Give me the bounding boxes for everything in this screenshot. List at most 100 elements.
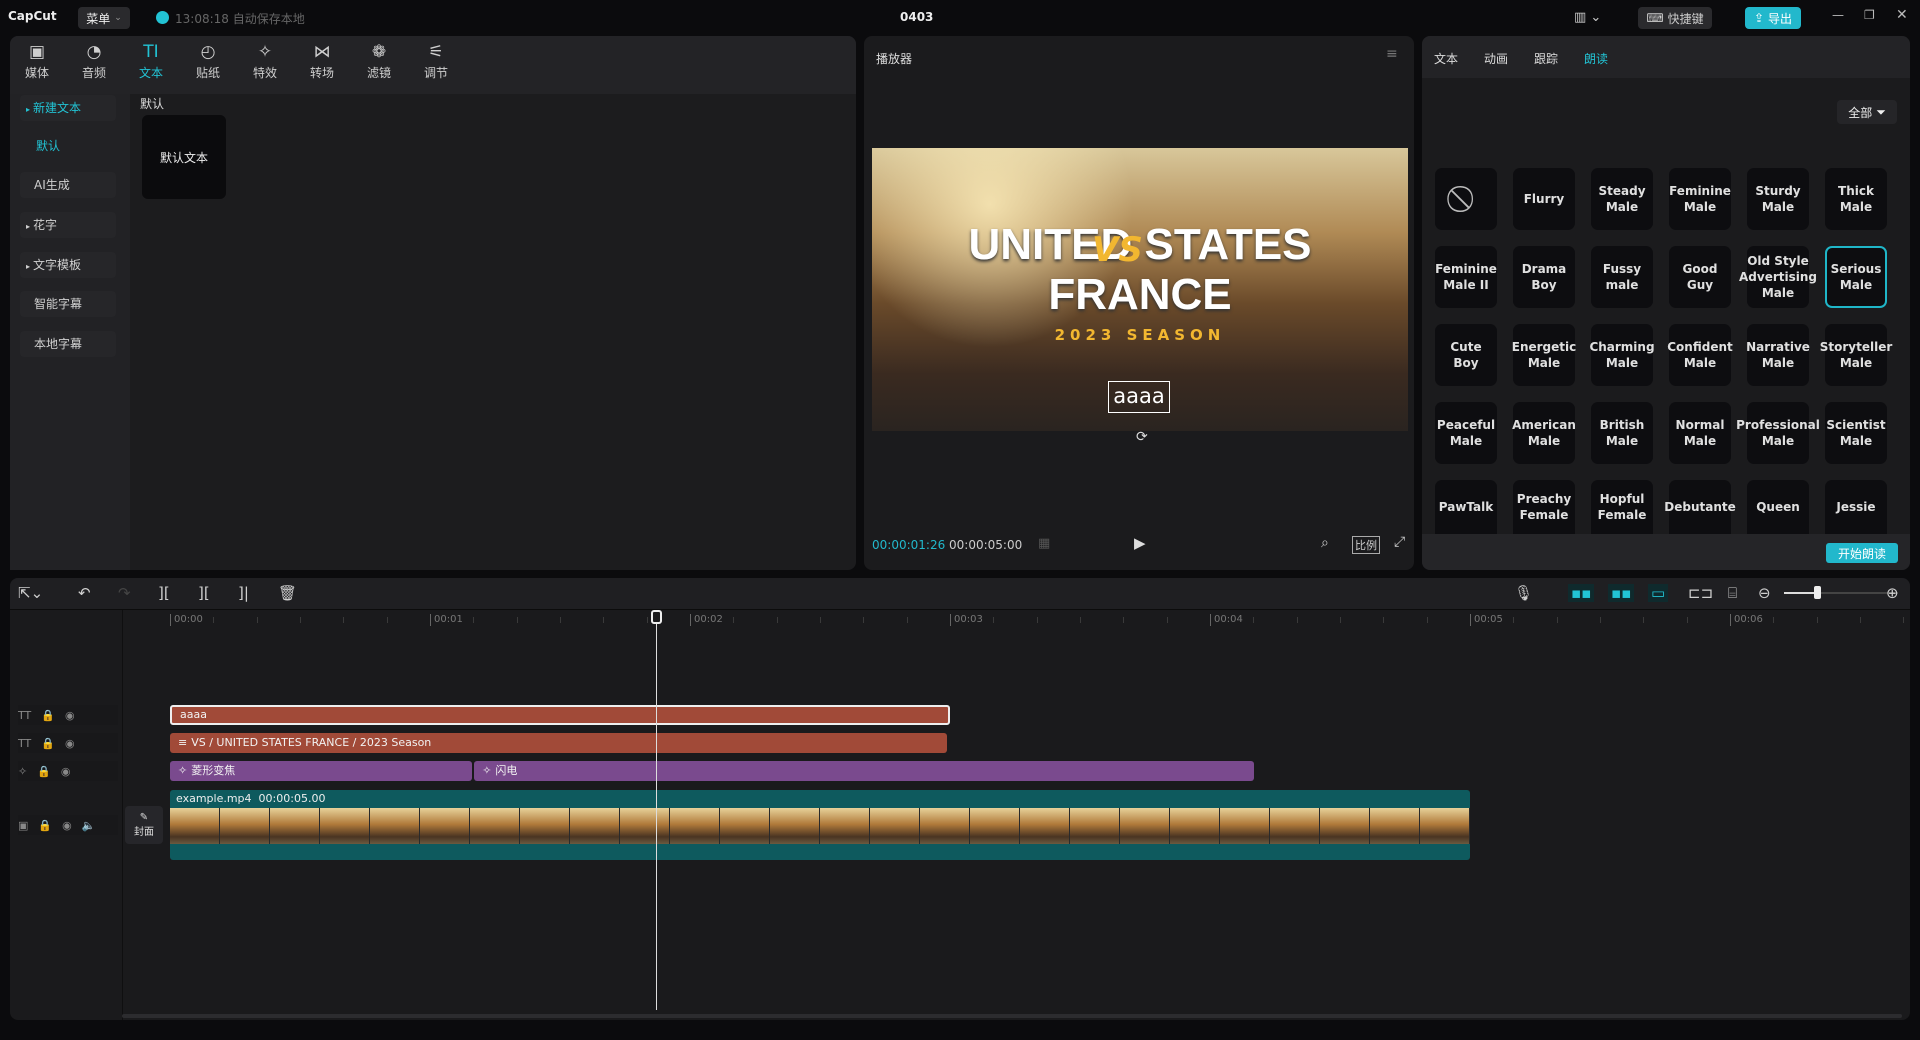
voice-card[interactable]: American Male	[1512, 402, 1576, 464]
voice-card[interactable]: Queen	[1747, 480, 1809, 534]
horizontal-scrollbar[interactable]	[122, 1014, 1902, 1018]
undo-icon[interactable]: ↶	[78, 584, 91, 602]
play-button[interactable]: ▶	[1134, 534, 1146, 552]
voice-card[interactable]: Narrative Male	[1746, 324, 1810, 386]
voice-card[interactable]: ⃠	[1435, 168, 1497, 230]
voice-card[interactable]: Professional Male	[1736, 402, 1820, 464]
voice-card[interactable]: British Male	[1591, 402, 1653, 464]
voice-card[interactable]: Fussy male	[1591, 246, 1653, 308]
delete-icon[interactable]: 🗑	[278, 584, 297, 602]
trim-left-icon[interactable]: ][	[198, 584, 210, 602]
tab-sticker[interactable]: ◴ 贴纸	[183, 40, 233, 92]
menu-button[interactable]: 菜单 ⌄	[78, 7, 130, 29]
player-menu-icon[interactable]: ≡	[1386, 46, 1398, 62]
sidebar-item-0[interactable]: ▸ 新建文本	[20, 95, 116, 121]
zoom-out-icon[interactable]: ⊖	[1758, 584, 1771, 602]
sidebar-item-3[interactable]: ▸ 花字	[20, 212, 116, 238]
timeline-fit-icon[interactable]: ⌸	[1728, 584, 1737, 602]
linkage-icon[interactable]: ▭	[1648, 584, 1669, 602]
eye-icon[interactable]: ◉	[65, 737, 75, 750]
voice-card[interactable]: Hopful Female	[1591, 480, 1653, 534]
voice-card[interactable]: Serious Male	[1825, 246, 1887, 308]
tab-audio[interactable]: ◔ 音频	[69, 40, 119, 92]
voice-card[interactable]: Sturdy Male	[1747, 168, 1809, 230]
clip-effect1[interactable]: ✧ 菱形变焦	[170, 761, 472, 781]
layout-icon[interactable]: ▥ ⌄	[1574, 10, 1601, 25]
voice-card[interactable]: Feminine Male	[1669, 168, 1731, 230]
voice-card[interactable]: Charming Male	[1589, 324, 1655, 386]
voice-card[interactable]: Energetic Male	[1512, 324, 1576, 386]
export-button[interactable]: ⇪ 导出	[1745, 7, 1801, 29]
sidebar-item-2[interactable]: AI生成	[20, 172, 116, 198]
trim-right-icon[interactable]: ]|	[238, 584, 249, 602]
lock-icon[interactable]: 🔒	[37, 765, 51, 778]
voice-card[interactable]: Thick Male	[1825, 168, 1887, 230]
auto-snap-icon[interactable]: ▪▪	[1608, 584, 1635, 602]
eye-icon[interactable]: ◉	[65, 709, 75, 722]
minimize-button[interactable]: —	[1832, 8, 1844, 22]
ratio-button[interactable]: 比例	[1352, 536, 1380, 554]
property-tab-1[interactable]: 动画	[1484, 50, 1508, 67]
property-tab-3[interactable]: 朗读	[1584, 50, 1608, 67]
split-icon[interactable]: ][	[158, 584, 170, 602]
voice-card[interactable]: Steady Male	[1591, 168, 1653, 230]
main-track-magnet-icon[interactable]: ▪▪	[1568, 584, 1595, 602]
tab-media[interactable]: ▣ 媒体	[12, 40, 62, 92]
zoom-slider-handle[interactable]	[1814, 586, 1821, 599]
playhead[interactable]	[651, 610, 663, 1010]
voice-filter-button[interactable]: 全部 ⏷	[1837, 100, 1897, 124]
eye-icon[interactable]: ◉	[62, 819, 72, 832]
voice-card[interactable]: Storyteller Male	[1820, 324, 1892, 386]
clip-text1[interactable]: aaaa	[170, 705, 950, 725]
tab-filter[interactable]: ❁ 滤镜	[354, 40, 404, 92]
zoom-slider[interactable]	[1784, 586, 1898, 599]
clip-video[interactable]: example.mp4 00:00:05.00	[170, 790, 1470, 860]
voice-card[interactable]: Flurry	[1513, 168, 1575, 230]
playhead-handle[interactable]	[651, 610, 663, 624]
voice-card[interactable]: PawTalk	[1435, 480, 1497, 534]
sidebar-item-1[interactable]: 默认	[20, 133, 116, 159]
voice-card[interactable]: Good Guy	[1669, 246, 1731, 308]
lock-icon[interactable]: 🔒	[41, 737, 55, 750]
audio-icon[interactable]: 🔈	[82, 819, 96, 832]
tab-adjust[interactable]: ⚟ 调节	[411, 40, 461, 92]
rotate-handle-icon[interactable]: ⟳	[1136, 429, 1148, 445]
voice-card[interactable]: Preachy Female	[1513, 480, 1575, 534]
fullscreen-icon[interactable]: ⤢	[1394, 534, 1405, 550]
default-text-item[interactable]: 默认文本	[142, 115, 226, 199]
lock-icon[interactable]: 🔒	[41, 709, 55, 722]
sidebar-item-4[interactable]: ▸ 文字模板	[20, 252, 116, 278]
sidebar-item-6[interactable]: 本地字幕	[20, 331, 116, 357]
tab-text[interactable]: TI 文本	[126, 40, 176, 92]
property-tab-0[interactable]: 文本	[1434, 50, 1458, 67]
video-preview[interactable]: UNITED STATES VS FRANCE 2023 SEASON aaaa	[872, 148, 1408, 431]
voice-card[interactable]: Cute Boy	[1435, 324, 1497, 386]
zoom-in-icon[interactable]: ⊕	[1886, 584, 1899, 602]
voice-card[interactable]: Normal Male	[1669, 402, 1731, 464]
selected-text-box[interactable]: aaaa	[1108, 381, 1170, 413]
tab-transition[interactable]: ⋈ 转场	[297, 40, 347, 92]
zoom-fit-icon[interactable]: ⌕	[1321, 535, 1329, 551]
lock-icon[interactable]: 🔒	[38, 819, 52, 832]
voice-card[interactable]: Peaceful Male	[1435, 402, 1497, 464]
maximize-button[interactable]: ❐	[1864, 8, 1875, 22]
clip-effect2[interactable]: ✧ 闪电	[474, 761, 1255, 781]
voice-card[interactable]: Confident Male	[1667, 324, 1733, 386]
sidebar-item-5[interactable]: 智能字幕	[20, 291, 116, 317]
property-tab-2[interactable]: 跟踪	[1534, 50, 1558, 67]
voice-card[interactable]: Old Style Advertising Male	[1739, 246, 1817, 308]
select-tool-icon[interactable]: ⇱⌄	[18, 584, 43, 602]
redo-icon[interactable]: ↷	[118, 584, 131, 602]
voice-card[interactable]: Drama Boy	[1513, 246, 1575, 308]
tab-effects[interactable]: ✧ 特效	[240, 40, 290, 92]
microphone-icon[interactable]: 🎙	[1514, 584, 1533, 602]
voice-card[interactable]: Debutante	[1664, 480, 1736, 534]
clip-text2[interactable]: ≡ VS / UNITED STATES FRANCE / 2023 Season	[170, 733, 948, 753]
eye-icon[interactable]: ◉	[61, 765, 71, 778]
shortcut-button[interactable]: ⌨ 快捷键	[1638, 7, 1712, 29]
close-button[interactable]: ✕	[1896, 7, 1908, 23]
voice-card[interactable]: Scientist Male	[1825, 402, 1887, 464]
voice-card[interactable]: Jessie	[1825, 480, 1887, 534]
preview-axis-icon[interactable]: ⊏⊐	[1688, 584, 1713, 602]
start-reading-button[interactable]: 开始朗读	[1826, 543, 1898, 563]
